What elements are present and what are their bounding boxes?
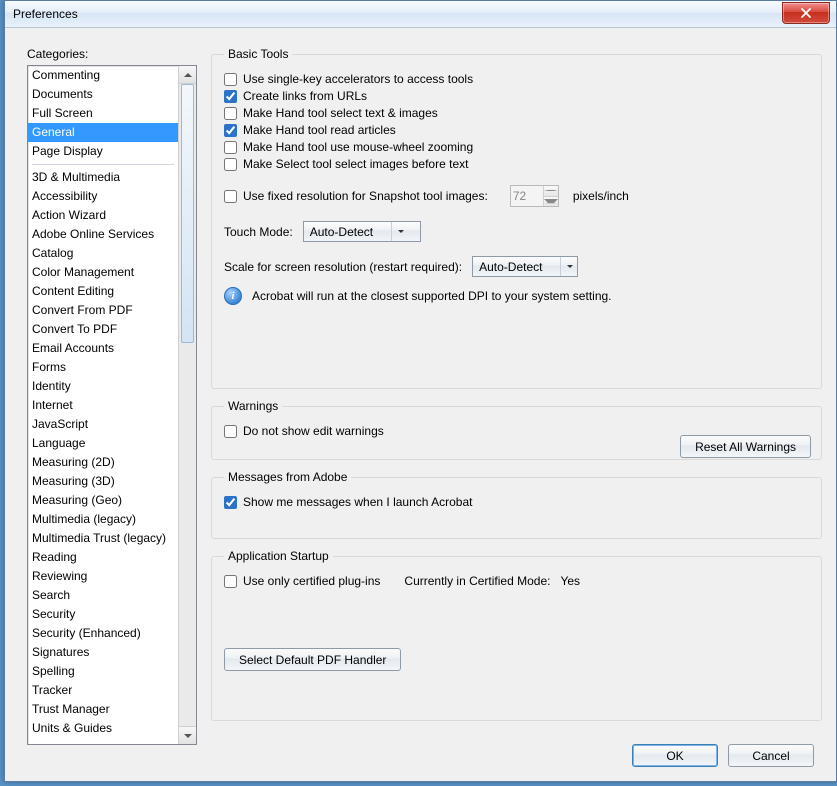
category-separator xyxy=(32,164,174,165)
basic-tools-option[interactable]: Make Hand tool use mouse-wheel zooming xyxy=(224,140,473,154)
category-item[interactable]: Page Display xyxy=(28,142,178,161)
scroll-down-arrow-icon[interactable] xyxy=(179,726,196,744)
show-messages-checkbox[interactable]: Show me messages when I launch Acrobat xyxy=(224,495,472,509)
warnings-legend: Warnings xyxy=(224,399,282,413)
category-item[interactable]: Reviewing xyxy=(28,567,178,586)
titlebar: Preferences xyxy=(5,1,836,28)
select-default-pdf-handler-button[interactable]: Select Default PDF Handler xyxy=(224,648,401,671)
categories-listbox[interactable]: CommentingDocumentsFull ScreenGeneralPag… xyxy=(27,65,197,745)
category-item[interactable]: Signatures xyxy=(28,643,178,662)
ok-button[interactable]: OK xyxy=(632,744,718,767)
certified-plugins-checkbox[interactable]: Use only certified plug-ins xyxy=(224,574,380,588)
basic-tools-legend: Basic Tools xyxy=(224,47,292,61)
scroll-thumb[interactable] xyxy=(181,84,194,343)
category-item[interactable]: Measuring (3D) xyxy=(28,472,178,491)
info-icon: i xyxy=(224,287,242,305)
startup-legend: Application Startup xyxy=(224,549,333,563)
show-messages-label: Show me messages when I launch Acrobat xyxy=(243,495,472,509)
scale-label: Scale for screen resolution (restart req… xyxy=(224,260,462,274)
category-item[interactable]: Search xyxy=(28,586,178,605)
category-item[interactable]: Identity xyxy=(28,377,178,396)
category-item[interactable]: Measuring (Geo) xyxy=(28,491,178,510)
category-item[interactable]: General xyxy=(28,123,178,142)
touch-mode-dropdown[interactable]: Auto-Detect xyxy=(303,221,421,242)
close-button[interactable] xyxy=(782,2,830,24)
warnings-group: Warnings Do not show edit warnings Reset… xyxy=(211,399,822,460)
category-item[interactable]: Security xyxy=(28,605,178,624)
category-item[interactable]: Reading xyxy=(28,548,178,567)
snapshot-resolution-unit: pixels/inch xyxy=(573,189,629,203)
category-item[interactable]: Convert To PDF xyxy=(28,320,178,339)
basic-tools-option-label: Use single-key accelerators to access to… xyxy=(243,72,473,86)
category-item[interactable]: Security (Enhanced) xyxy=(28,624,178,643)
category-item[interactable]: Multimedia Trust (legacy) xyxy=(28,529,178,548)
categories-label: Categories: xyxy=(27,47,88,61)
scroll-track[interactable] xyxy=(179,84,196,726)
basic-tools-option[interactable]: Make Hand tool read articles xyxy=(224,123,396,137)
basic-tools-option[interactable]: Make Select tool select images before te… xyxy=(224,157,468,171)
category-item[interactable]: Units & Guides xyxy=(28,719,178,738)
certified-mode-label: Currently in Certified Mode: xyxy=(404,574,550,588)
category-item[interactable]: Email Accounts xyxy=(28,339,178,358)
startup-group: Application Startup Use only certified p… xyxy=(211,549,822,721)
category-item[interactable]: Content Editing xyxy=(28,282,178,301)
certified-mode-value: Yes xyxy=(560,574,580,588)
category-item[interactable]: Full Screen xyxy=(28,104,178,123)
category-item[interactable]: Internet xyxy=(28,396,178,415)
dialog-footer: OK Cancel xyxy=(632,744,814,767)
category-item[interactable]: Catalog xyxy=(28,244,178,263)
basic-tools-option[interactable]: Create links from URLs xyxy=(224,89,367,103)
basic-tools-option-label: Make Hand tool use mouse-wheel zooming xyxy=(243,140,473,154)
edit-warnings-checkbox[interactable]: Do not show edit warnings xyxy=(224,424,384,438)
snapshot-resolution-spinner[interactable] xyxy=(510,185,559,207)
reset-all-warnings-button[interactable]: Reset All Warnings xyxy=(680,435,811,458)
categories-scrollbar[interactable] xyxy=(178,66,196,744)
basic-tools-option-label: Make Select tool select images before te… xyxy=(243,157,468,171)
content-panel: Basic Tools Use single-key accelerators … xyxy=(211,47,822,727)
certified-plugins-label: Use only certified plug-ins xyxy=(243,574,380,588)
spinner-down-icon[interactable] xyxy=(544,197,558,207)
category-item[interactable]: Multimedia (legacy) xyxy=(28,510,178,529)
category-item[interactable]: Tracker xyxy=(28,681,178,700)
dpi-info-text: Acrobat will run at the closest supporte… xyxy=(252,289,612,303)
chevron-down-icon xyxy=(391,222,404,241)
close-icon xyxy=(800,8,812,18)
spinner-up-icon[interactable] xyxy=(544,186,558,197)
messages-legend: Messages from Adobe xyxy=(224,470,351,484)
category-item[interactable]: Commenting xyxy=(28,66,178,85)
window-title: Preferences xyxy=(5,7,78,21)
snapshot-resolution-input[interactable] xyxy=(511,186,543,206)
category-item[interactable]: Accessibility xyxy=(28,187,178,206)
basic-tools-group: Basic Tools Use single-key accelerators … xyxy=(211,47,822,389)
category-item[interactable]: Action Wizard xyxy=(28,206,178,225)
category-item[interactable]: JavaScript xyxy=(28,415,178,434)
touch-mode-label: Touch Mode: xyxy=(224,225,293,239)
preferences-window: Preferences Categories: CommentingDocume… xyxy=(4,0,837,782)
scale-value: Auto-Detect xyxy=(479,260,542,274)
category-item[interactable]: Convert From PDF xyxy=(28,301,178,320)
basic-tools-option-label: Make Hand tool read articles xyxy=(243,123,396,137)
category-item[interactable]: Language xyxy=(28,434,178,453)
touch-mode-value: Auto-Detect xyxy=(310,225,373,239)
messages-group: Messages from Adobe Show me messages whe… xyxy=(211,470,822,539)
scale-dropdown[interactable]: Auto-Detect xyxy=(472,256,578,277)
category-item[interactable]: Documents xyxy=(28,85,178,104)
category-item[interactable]: Adobe Online Services xyxy=(28,225,178,244)
category-item[interactable]: Trust Manager xyxy=(28,700,178,719)
basic-tools-option[interactable]: Make Hand tool select text & images xyxy=(224,106,438,120)
chevron-down-icon xyxy=(560,257,573,276)
category-item[interactable]: 3D & Multimedia xyxy=(28,168,178,187)
category-item[interactable]: Spelling xyxy=(28,662,178,681)
basic-tools-option-label: Make Hand tool select text & images xyxy=(243,106,438,120)
category-item[interactable]: Color Management xyxy=(28,263,178,282)
category-item[interactable]: Measuring (2D) xyxy=(28,453,178,472)
scroll-up-arrow-icon[interactable] xyxy=(179,66,196,84)
snapshot-resolution-label: Use fixed resolution for Snapshot tool i… xyxy=(243,189,488,203)
edit-warnings-label: Do not show edit warnings xyxy=(243,424,384,438)
cancel-button[interactable]: Cancel xyxy=(728,744,814,767)
basic-tools-option[interactable]: Use single-key accelerators to access to… xyxy=(224,72,473,86)
basic-tools-option-label: Create links from URLs xyxy=(243,89,367,103)
category-item[interactable]: Forms xyxy=(28,358,178,377)
snapshot-resolution-checkbox[interactable]: Use fixed resolution for Snapshot tool i… xyxy=(224,189,488,203)
